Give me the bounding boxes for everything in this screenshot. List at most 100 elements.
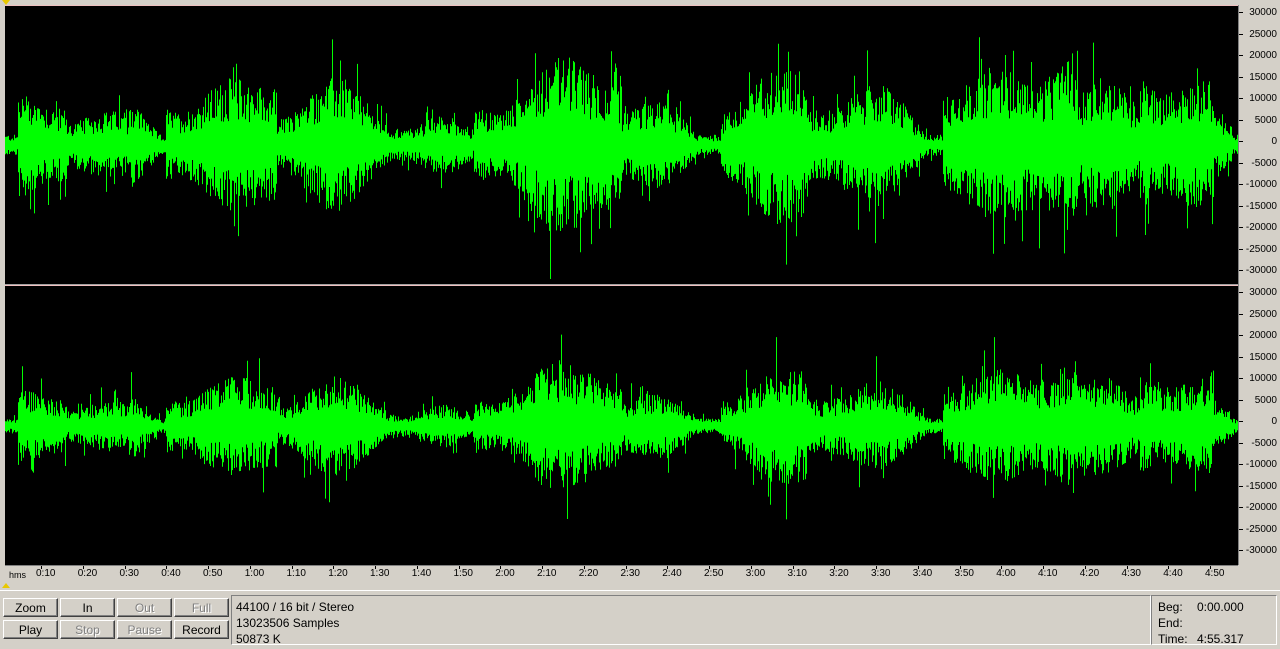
time-tick-label: 2:50 (704, 568, 724, 579)
time-tick-label: 0:40 (161, 568, 181, 579)
amplitude-tick (1239, 119, 1243, 121)
control-panel: Zoom In Out Full Play Stop Pause Record … (0, 590, 1280, 649)
time-tick-label: 1:30 (370, 568, 390, 579)
play-button[interactable]: Play (3, 620, 58, 639)
time-tick (542, 566, 543, 569)
zoom-out-button[interactable]: Out (117, 598, 172, 617)
time-tick-label: 1:20 (328, 568, 348, 579)
amplitude-tick-label: 30000 (1249, 287, 1277, 298)
amplitude-tick (1239, 270, 1243, 271)
sample-count-text: 13023506 Samples (236, 616, 340, 630)
amplitude-tick-label: -20000 (1245, 222, 1277, 233)
time-tick (917, 566, 919, 569)
amplitude-tick-label: 25000 (1249, 308, 1277, 320)
time-tick-label: 4:30 (1121, 568, 1141, 579)
amplitude-tick (1239, 205, 1243, 207)
amplitude-tick-label: 0 (1271, 136, 1277, 147)
time-tick (82, 566, 84, 569)
end-label: End: (1158, 616, 1183, 630)
amplitude-tick (1239, 378, 1243, 379)
time-tick-label: 4:10 (1038, 568, 1058, 579)
amplitude-tick (1239, 292, 1243, 293)
zoom-button[interactable]: Zoom (3, 598, 58, 617)
time-tick-label: 4:50 (1205, 568, 1225, 579)
amplitude-tick-label: -10000 (1245, 459, 1277, 470)
amplitude-tick-label: 25000 (1249, 28, 1277, 40)
amplitude-tick-label: 10000 (1249, 93, 1277, 104)
time-tick-label: 0:30 (119, 568, 139, 579)
time-tick (249, 566, 251, 569)
amplitude-tick-label: -25000 (1245, 243, 1277, 255)
time-tick-label: 3:00 (745, 568, 766, 579)
audio-format-text: 44100 / 16 bit / Stereo (236, 600, 355, 614)
amplitude-tick (1239, 141, 1243, 142)
time-tick-label: 1:40 (411, 568, 432, 579)
time-tick-label: 1:50 (453, 568, 473, 579)
amplitude-tick-label: -5000 (1251, 157, 1277, 169)
time-tick (709, 566, 710, 569)
zoom-full-button[interactable]: Full (174, 598, 229, 617)
time-tick (750, 566, 752, 569)
time-unit-label: hms (9, 570, 27, 580)
time-ruler[interactable]: hms 0:10 0:20 0:30 0:40 0:50 1:00 1:10 1:20 1:30… (5, 565, 1238, 582)
stop-button[interactable]: Stop (60, 620, 115, 639)
time-tick-label: 3:50 (954, 568, 974, 579)
time-tick (41, 566, 42, 569)
time-tick (1126, 566, 1128, 569)
amplitude-tick-label: -5000 (1251, 437, 1277, 449)
playhead-marker-icon[interactable] (2, 583, 10, 588)
amplitude-tick (1239, 76, 1243, 78)
time-tick (959, 566, 961, 569)
time-tick-label: 1:10 (286, 568, 306, 579)
time-tick-label: 4:20 (1079, 568, 1100, 579)
amplitude-tick-label: 10000 (1249, 373, 1277, 384)
amplitude-tick (1239, 227, 1243, 228)
amplitude-tick-label: -30000 (1245, 545, 1277, 556)
waveform-trace (5, 334, 1238, 520)
waveform-channel-right (5, 334, 1238, 520)
time-tick (416, 566, 418, 569)
zoom-in-button[interactable]: In (60, 598, 115, 617)
time-tick (375, 566, 376, 569)
amplitude-tick-label: -10000 (1245, 179, 1277, 190)
time-tick-label: 2:20 (578, 568, 599, 579)
time-tick (124, 566, 126, 569)
amplitude-tick (1239, 55, 1243, 56)
amplitude-tick (1239, 485, 1243, 487)
time-tick (458, 566, 460, 569)
amplitude-tick-label: -20000 (1245, 502, 1277, 513)
time-tick (792, 566, 794, 569)
time-tick (333, 566, 335, 569)
time-tick-label: 3:10 (787, 568, 807, 579)
time-tick-label: 4:00 (996, 568, 1016, 579)
amplitude-tick (1239, 313, 1243, 315)
channel-separator (5, 285, 1238, 286)
time-tick (583, 566, 585, 569)
amplitude-tick-label: 5000 (1254, 394, 1277, 406)
amplitude-tick (1239, 356, 1243, 358)
pause-button[interactable]: Pause (117, 620, 172, 639)
time-tick-label: 0:20 (77, 568, 98, 579)
amplitude-tick (1239, 399, 1243, 401)
channel-separator-top (5, 284, 1238, 285)
time-tick (1001, 566, 1003, 569)
waveform-view[interactable] (5, 5, 1238, 566)
amplitude-tick-label: -25000 (1245, 523, 1277, 535)
waveform-canvas[interactable] (5, 6, 1238, 566)
time-tick-label: 2:30 (620, 568, 640, 579)
amplitude-tick (1239, 464, 1243, 465)
amplitude-tick (1239, 98, 1243, 99)
amplitude-tick-label: -30000 (1245, 265, 1277, 276)
time-tick-label: 3:40 (912, 568, 933, 579)
amplitude-tick-label: 15000 (1249, 71, 1277, 83)
waveform-trace (5, 37, 1238, 279)
amplitude-tick (1239, 335, 1243, 336)
waveform-channel-left (5, 37, 1238, 279)
record-button[interactable]: Record (174, 620, 229, 639)
time-label: Time: (1158, 632, 1188, 646)
selection-time-panel: Beg: 0:00.000 End: Time: 4:55.317 (1151, 595, 1277, 646)
time-tick-label: 0:10 (36, 568, 56, 579)
time-tick (500, 566, 502, 569)
amplitude-tick-label: -15000 (1245, 480, 1277, 492)
time-tick (1084, 566, 1086, 569)
